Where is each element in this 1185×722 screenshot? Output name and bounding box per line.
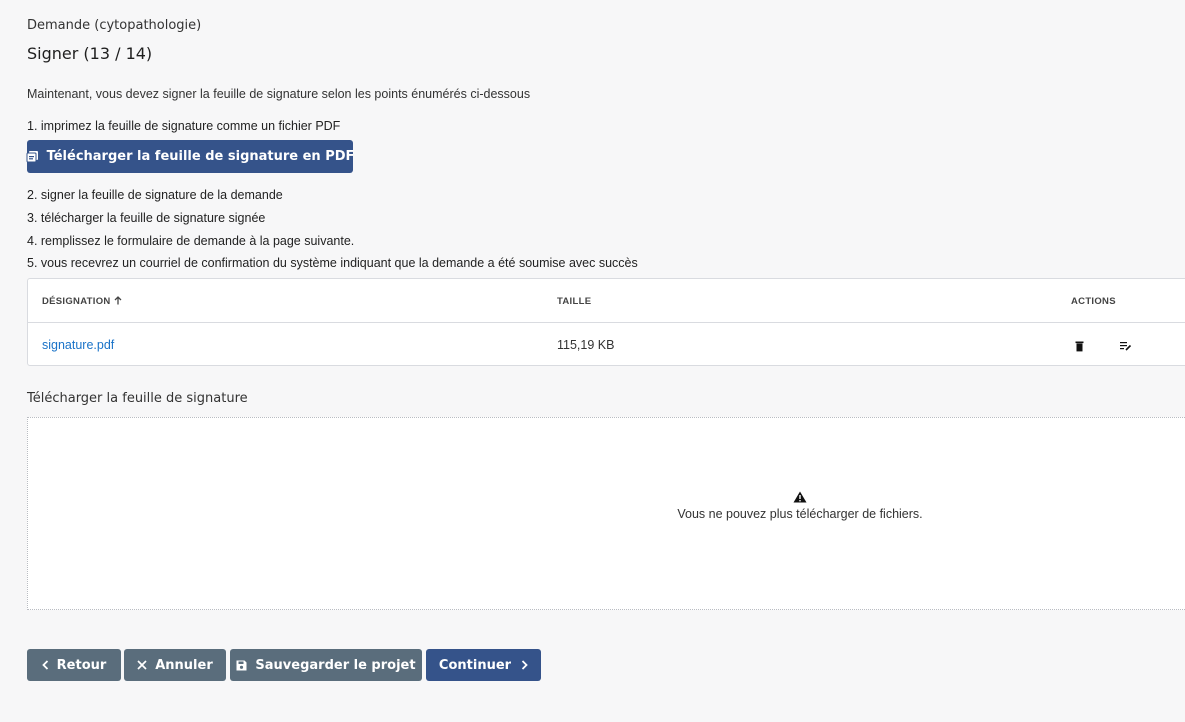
back-button[interactable]: Retour	[27, 649, 121, 681]
step-2: 2. signer la feuille de signature de la …	[27, 188, 283, 202]
page-subtitle: Demande (cytopathologie)	[27, 18, 202, 33]
pdf-icon	[26, 150, 39, 163]
chevron-right-icon	[521, 660, 528, 670]
arrow-up-icon	[114, 296, 122, 307]
download-pdf-label: Télécharger la feuille de signature en P…	[46, 149, 355, 164]
continue-button[interactable]: Continuer	[426, 649, 541, 681]
intro-text: Maintenant, vous devez signer la feuille…	[27, 87, 531, 101]
download-pdf-button[interactable]: Télécharger la feuille de signature en P…	[26, 140, 355, 173]
cancel-button[interactable]: Annuler	[124, 649, 226, 681]
save-project-button[interactable]: Sauvegarder le projet	[230, 649, 422, 681]
column-header-size[interactable]: TAILLE	[557, 296, 591, 307]
edit-icon[interactable]	[1119, 339, 1133, 353]
file-size: 115,19 KB	[557, 338, 615, 352]
step-3: 3. télécharger la feuille de signature s…	[27, 211, 266, 225]
cancel-label: Annuler	[155, 657, 213, 673]
column-header-actions: ACTIONS	[1071, 296, 1116, 307]
step-1: 1. imprimez la feuille de signature comm…	[27, 119, 341, 133]
page-title: Signer (13 / 14)	[27, 44, 153, 63]
page: Demande (cytopathologie) Signer (13 / 14…	[0, 0, 1185, 722]
column-header-designation[interactable]: DÉSIGNATION	[42, 296, 122, 307]
chevron-left-icon	[41, 660, 49, 670]
back-label: Retour	[56, 657, 107, 673]
step-4: 4. remplissez le formulaire de demande à…	[27, 234, 355, 248]
upload-label: Télécharger la feuille de signature	[27, 391, 248, 406]
trash-icon[interactable]	[1072, 339, 1086, 353]
close-icon	[137, 660, 147, 670]
upload-disabled-message: Vous ne pouvez plus télécharger de fichi…	[677, 507, 923, 521]
step-5: 5. vous recevrez un courriel de confirma…	[27, 256, 638, 270]
continue-label: Continuer	[438, 657, 512, 673]
save-project-label: Sauvegarder le projet	[255, 657, 416, 673]
file-name-link[interactable]: signature.pdf	[42, 338, 114, 352]
save-icon	[236, 660, 247, 671]
table-divider	[28, 322, 1185, 323]
warning-icon	[793, 490, 807, 503]
files-table: DÉSIGNATION TAILLE ACTIONS signature.pdf…	[27, 278, 1185, 366]
